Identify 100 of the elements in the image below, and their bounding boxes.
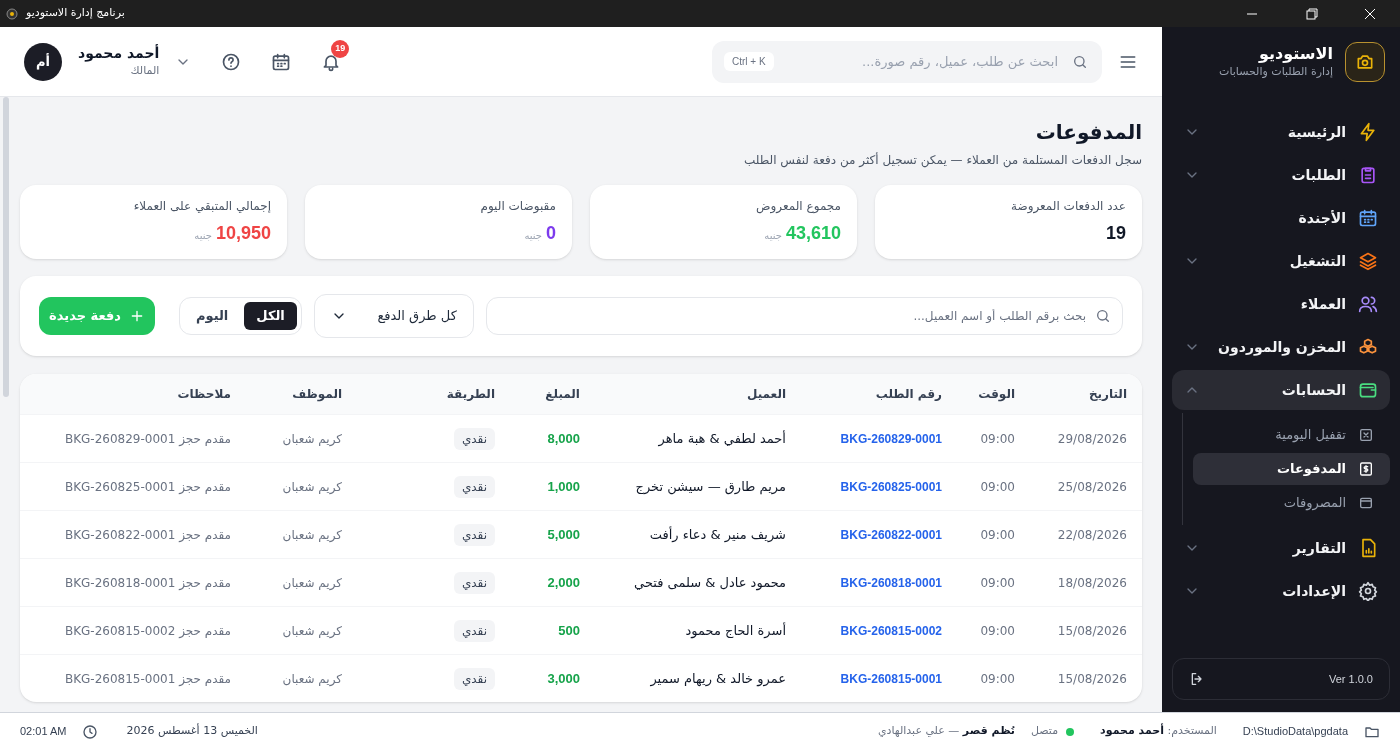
table-cell-text: 09:00 xyxy=(980,670,1015,688)
column-header: الوقت xyxy=(977,386,1016,404)
page-title: المدفوعات xyxy=(1034,119,1142,146)
order-link[interactable]: BKG-260822-0001 xyxy=(840,525,942,544)
table-cell-text: 22/08/2026 xyxy=(1057,526,1127,544)
order-link[interactable]: BKG-260815-0002 xyxy=(840,621,942,640)
table-cell-text: 09:00 xyxy=(980,430,1015,448)
amount-cell-text: 3,000 xyxy=(547,669,580,688)
amount-cell-text: 5,000 xyxy=(547,525,580,544)
table-cell-text: كريم شعبان xyxy=(282,670,342,688)
table-cell-text: 09:00 xyxy=(980,574,1015,592)
brand-tagline: إدارة الطلبات والحسابات xyxy=(1219,63,1333,80)
user-role: المالك xyxy=(130,63,160,80)
table-cell-text: مقدم حجز BKG-260818-0001 xyxy=(64,574,231,592)
stat-value: 0 xyxy=(546,222,556,245)
period-tab[interactable]: الكل xyxy=(244,302,297,330)
table-cell-text: 15/08/2026 xyxy=(1057,622,1127,640)
version-label: Ver 1.0.0 xyxy=(1328,671,1373,687)
table-cell-text: 29/08/2026 xyxy=(1057,430,1127,448)
order-link[interactable]: BKG-260825-0001 xyxy=(840,477,942,496)
client-cell-text: عمرو خالد & ريهام سمير xyxy=(650,669,786,689)
method-badge: نقدي xyxy=(453,523,495,546)
sub-nav-item[interactable]: المدفوعات xyxy=(1193,453,1390,485)
nav-label: التقارير xyxy=(1291,538,1346,559)
calendar-icon[interactable] xyxy=(271,51,292,72)
table-cell-text: كريم شعبان xyxy=(282,622,342,640)
table-cell-text: 09:00 xyxy=(980,526,1015,544)
payment-method-dropdown[interactable]: كل طرق الدفع xyxy=(313,294,474,338)
card-icon xyxy=(1358,495,1374,511)
method-badge: نقدي xyxy=(453,667,495,690)
nav-item[interactable]: العملاء xyxy=(1172,284,1390,324)
amount-cell-text: 8,000 xyxy=(547,429,580,448)
period-tab[interactable]: اليوم xyxy=(184,302,241,330)
order-link[interactable]: BKG-260815-0001 xyxy=(840,669,942,688)
table-cell-text: كريم شعبان xyxy=(282,526,342,544)
currency-unit: جنيه xyxy=(764,229,782,243)
table-cell-text: 25/08/2026 xyxy=(1057,478,1127,496)
dollar-icon xyxy=(1358,461,1374,477)
column-header: الطريقة xyxy=(445,386,496,403)
method-badge: نقدي xyxy=(453,427,495,450)
search-icon xyxy=(1072,53,1088,70)
method-badge: نقدي xyxy=(453,619,495,642)
table-cell-text: مقدم حجز BKG-260829-0001 xyxy=(64,430,231,448)
brand-name: الاستوديو xyxy=(1257,43,1333,64)
nav-label: الإعدادات xyxy=(1281,581,1346,601)
scrollbar[interactable] xyxy=(3,97,9,397)
window-title: برنامج إدارة الاستوديو xyxy=(26,5,125,22)
app-icon xyxy=(6,7,18,20)
nav-label: العملاء xyxy=(1299,294,1346,314)
table-cell-text: 15/08/2026 xyxy=(1057,670,1127,688)
table-cell-text: كريم شعبان xyxy=(282,430,342,448)
stat-value: 10,950 xyxy=(215,222,271,245)
amount-cell-text: 2,000 xyxy=(547,573,580,592)
restore-icon[interactable] xyxy=(1306,7,1318,20)
table-cell-text: مقدم حجز BKG-260825-0001 xyxy=(64,478,231,496)
sub-nav-item[interactable]: المصروفات xyxy=(1193,487,1390,519)
table-cell-text: 09:00 xyxy=(980,622,1015,640)
client-cell-text: محمود عادل & سلمى فتحي xyxy=(634,573,786,593)
column-header: ملاحظات xyxy=(176,386,232,403)
notification-count: 19 xyxy=(331,39,350,58)
nav-item[interactable]: الطلبات xyxy=(1172,155,1390,195)
nav-item[interactable]: الحسابات xyxy=(1172,370,1390,410)
sub-nav-item[interactable]: تقفيل اليومية xyxy=(1193,419,1390,451)
nav-label: الأجندة xyxy=(1297,208,1346,228)
nav-item[interactable]: التشغيل xyxy=(1172,241,1390,281)
nav-item[interactable]: الأجندة xyxy=(1172,198,1390,238)
nav-item[interactable]: الرئيسية xyxy=(1172,112,1390,152)
stat-value: 19 xyxy=(1105,222,1126,245)
nav-item[interactable]: التقارير xyxy=(1172,528,1390,568)
nav-item[interactable]: المخزن والموردون xyxy=(1172,327,1390,367)
avatar[interactable]: أم xyxy=(24,42,62,81)
nav-label: المخزن والموردون xyxy=(1217,337,1346,358)
nav-label: الطلبات xyxy=(1290,165,1346,185)
table-cell-text: مقدم حجز BKG-260815-0002 xyxy=(64,622,231,640)
help-icon[interactable] xyxy=(221,51,242,72)
connection-status: متصل xyxy=(1031,723,1059,740)
current-time: 02:01 AM xyxy=(20,724,67,740)
stat-label: إجمالي المتبقي على العملاء xyxy=(132,198,271,215)
table-cell-text: مقدم حجز BKG-260822-0001 xyxy=(64,526,231,544)
amount-cell-text: 500 xyxy=(558,621,580,640)
nav-label: التشغيل xyxy=(1288,251,1346,271)
currency-unit: جنيه xyxy=(194,229,212,243)
page-subtitle: سجل الدفعات المستلمة من العملاء — يمكن تسجيل أكثر من دفعة لنفس الطلب xyxy=(742,151,1142,169)
table-cell-text: مقدم حجز BKG-260815-0001 xyxy=(64,670,231,688)
column-header: التاريخ xyxy=(1087,386,1128,403)
nav-item[interactable]: الإعدادات xyxy=(1172,571,1390,611)
order-link[interactable]: BKG-260829-0001 xyxy=(840,429,942,448)
table-cell-text: كريم شعبان xyxy=(282,478,342,496)
column-header: الموظف xyxy=(291,386,343,404)
client-cell-text: أحمد لطفي & هبة ماهر xyxy=(658,429,786,449)
client-cell-text: مريم طارق — سيشن تخرج xyxy=(635,477,786,497)
nav-label: الرئيسية xyxy=(1286,122,1346,143)
method-badge: نقدي xyxy=(453,571,495,594)
close-icon[interactable] xyxy=(1364,7,1376,20)
sub-nav-label: المصروفات xyxy=(1283,494,1346,513)
client-cell-text: أسرة الحاج محمود xyxy=(685,621,786,641)
stat-label: عدد الدفعات المعروضة xyxy=(1010,198,1126,215)
order-link[interactable]: BKG-260818-0001 xyxy=(840,573,942,592)
sub-nav-label: تقفيل اليومية xyxy=(1275,426,1346,445)
sub-nav-label: المدفوعات xyxy=(1276,460,1346,479)
